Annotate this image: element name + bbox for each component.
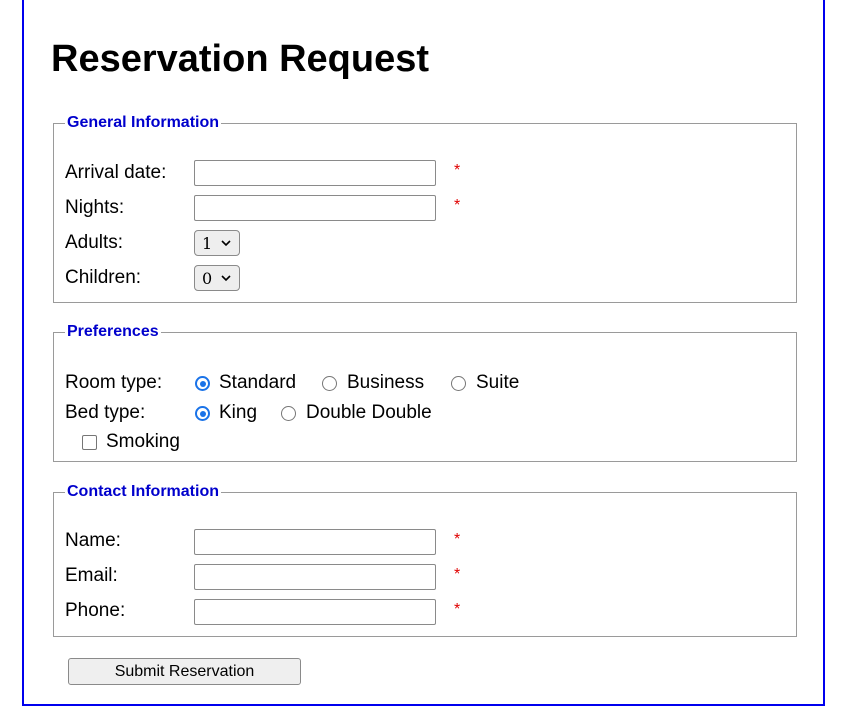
name-input[interactable] <box>194 529 436 555</box>
general-information-fieldset: General Information Arrival date: * Nigh… <box>53 114 797 303</box>
smoking-checkbox[interactable] <box>82 435 97 450</box>
contact-information-legend: Contact Information <box>67 483 219 500</box>
bed-type-double-double-label[interactable]: Double Double <box>306 402 432 424</box>
email-input[interactable] <box>194 564 436 590</box>
name-label: Name: <box>65 530 121 551</box>
phone-input[interactable] <box>194 599 436 625</box>
preferences-legend: Preferences <box>67 323 159 340</box>
email-label: Email: <box>65 565 118 586</box>
arrival-date-input[interactable] <box>194 160 436 186</box>
room-type-label: Room type: <box>65 372 163 393</box>
children-select[interactable]: 0 <box>194 265 240 291</box>
room-type-suite-radio[interactable] <box>451 376 466 391</box>
arrival-date-required-mark: * <box>454 162 461 179</box>
page-frame: Reservation Request General Information … <box>22 0 825 706</box>
bed-type-king-label[interactable]: King <box>219 402 257 424</box>
contact-information-fieldset: Contact Information Name: * Email: * Pho… <box>53 483 797 637</box>
nights-label: Nights: <box>65 197 125 218</box>
adults-label: Adults: <box>65 232 124 253</box>
name-required-mark: * <box>454 531 461 548</box>
preferences-fieldset: Preferences Room type: Standard Business… <box>53 323 797 462</box>
bed-type-label: Bed type: <box>65 402 146 423</box>
phone-label: Phone: <box>65 600 126 621</box>
room-type-business-radio[interactable] <box>322 376 337 391</box>
smoking-label[interactable]: Smoking <box>106 431 180 453</box>
chevron-down-icon <box>221 240 231 247</box>
bed-type-king-radio[interactable] <box>195 406 210 421</box>
email-required-mark: * <box>454 566 461 583</box>
bed-type-double-double-radio[interactable] <box>281 406 296 421</box>
phone-required-mark: * <box>454 601 461 618</box>
adults-select-value: 1 <box>202 233 213 253</box>
page-title: Reservation Request <box>51 38 430 80</box>
submit-reservation-button[interactable]: Submit Reservation <box>68 658 301 685</box>
adults-select[interactable]: 1 <box>194 230 240 256</box>
room-type-business-label[interactable]: Business <box>347 372 424 394</box>
nights-required-mark: * <box>454 197 461 214</box>
room-type-standard-label[interactable]: Standard <box>219 372 296 394</box>
chevron-down-icon <box>221 275 231 282</box>
room-type-standard-radio[interactable] <box>195 376 210 391</box>
arrival-date-label: Arrival date: <box>65 162 167 183</box>
nights-input[interactable] <box>194 195 436 221</box>
room-type-suite-label[interactable]: Suite <box>476 372 519 394</box>
children-label: Children: <box>65 267 142 288</box>
general-information-legend: General Information <box>67 114 220 131</box>
children-select-value: 0 <box>202 268 213 288</box>
